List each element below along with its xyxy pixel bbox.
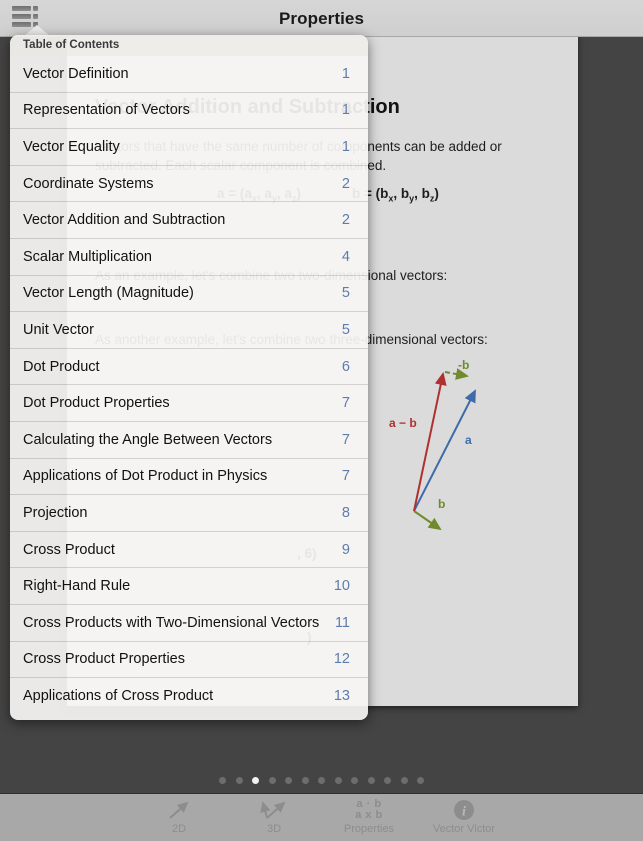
svg-text:i: i — [462, 805, 466, 820]
toc-item-page-number: 7 — [341, 395, 350, 412]
toc-item-page-number: 12 — [333, 651, 350, 668]
tab-3d[interactable]: 3D — [227, 794, 322, 841]
toc-item-page-number: 8 — [341, 504, 350, 521]
toc-item-page-number: 5 — [341, 285, 350, 302]
figure-label-neg-b: -b — [458, 358, 469, 372]
page-dot[interactable] — [384, 776, 391, 784]
toc-item-title: Vector Definition — [23, 65, 129, 82]
arrow-3d-icon — [259, 798, 289, 822]
page-dot[interactable] — [367, 776, 375, 784]
toc-item[interactable]: Cross Product 9 — [10, 532, 368, 569]
arrow-2d-icon — [166, 798, 192, 822]
page-dot[interactable] — [301, 776, 309, 784]
toc-item[interactable]: Applications of Cross Product 13 — [10, 678, 368, 715]
tab-properties[interactable]: a · b a x b Properties — [322, 794, 417, 841]
toc-item[interactable]: Dot Product Properties 7 — [10, 385, 368, 422]
toc-item-title: Vector Length (Magnitude) — [23, 285, 194, 302]
toc-item[interactable]: Cross Products with Two-Dimensional Vect… — [10, 605, 368, 642]
toc-item-title: Vector Addition and Subtraction — [23, 212, 226, 229]
tab-2d-label: 2D — [171, 823, 187, 835]
page-dot[interactable] — [219, 776, 226, 784]
toc-item-page-number: 11 — [334, 614, 350, 631]
tab-vector-victor[interactable]: i Vector Victor — [417, 794, 512, 841]
toc-item-title: Cross Product Properties — [23, 651, 185, 668]
toc-item[interactable]: Representation of Vectors 1 — [10, 93, 368, 130]
toc-item-title: Dot Product Properties — [23, 395, 170, 412]
toc-item[interactable]: Applications of Dot Product in Physics 7 — [10, 459, 368, 496]
vector-diagram: a b -b a − b — [389, 358, 476, 531]
toc-item-title: Coordinate Systems — [23, 175, 154, 192]
toc-item[interactable]: Coordinate Systems 2 — [10, 166, 368, 203]
toc-item[interactable]: Vector Equality 1 — [10, 129, 368, 166]
page-dot[interactable] — [334, 776, 342, 784]
tab-bar: 2D 3D a · b a x b Properties i Vector Vi… — [0, 793, 643, 841]
toc-item-title: Scalar Multiplication — [23, 248, 152, 265]
toc-item-title: Unit Vector — [23, 321, 94, 338]
page-dot[interactable] — [285, 776, 292, 784]
toc-item-title: Representation of Vectors — [23, 102, 190, 119]
toc-item-title: Vector Equality — [23, 138, 120, 155]
dot-cross-product-icon: a · b a x b — [355, 798, 383, 822]
toc-item[interactable]: Calculating the Angle Between Vectors 7 — [10, 422, 368, 459]
toc-item-page-number: 7 — [341, 468, 350, 485]
tab-properties-label: Properties — [343, 823, 395, 835]
tab-vector-victor-label: Vector Victor — [432, 823, 496, 835]
popover-body: Table of Contents Vector Definition 1 Repr… — [10, 35, 368, 720]
toc-item-title: Applications of Cross Product — [23, 688, 214, 705]
toc-item-page-number: 1 — [341, 65, 350, 82]
toc-item-title: Cross Product — [23, 541, 115, 558]
page-indicator[interactable] — [0, 773, 643, 787]
toc-item-page-number: 13 — [333, 688, 350, 705]
toc-item-page-number: 6 — [341, 358, 350, 375]
page-dot[interactable] — [318, 776, 325, 784]
toc-item[interactable]: Vector Length (Magnitude) 5 — [10, 276, 368, 313]
toc-item-title: Right-Hand Rule — [23, 578, 131, 595]
toc-item-title: Dot Product — [23, 358, 100, 375]
toc-item-page-number: 9 — [341, 541, 350, 558]
toc-item-title: Projection — [23, 504, 88, 521]
toc-list[interactable]: Vector Definition 1 Representation of Vect… — [10, 56, 368, 715]
toc-item-page-number: 5 — [341, 321, 350, 338]
figure-label-a: a — [465, 433, 472, 447]
toc-item[interactable]: Scalar Multiplication 4 — [10, 239, 368, 276]
toc-item-page-number: 2 — [341, 212, 350, 229]
toc-item-page-number: 1 — [341, 138, 350, 155]
toc-item[interactable]: Vector Definition 1 — [10, 56, 368, 93]
toc-item-page-number: 1 — [341, 102, 350, 119]
info-icon: i — [453, 798, 475, 822]
toc-item[interactable]: Vector Addition and Subtraction 2 — [10, 202, 368, 239]
toc-item[interactable]: Cross Product Properties 12 — [10, 642, 368, 679]
toc-item-page-number: 10 — [333, 578, 350, 595]
toc-item-page-number: 4 — [341, 248, 350, 265]
page-dot[interactable] — [417, 776, 424, 784]
page-dot[interactable] — [400, 776, 408, 784]
page-dot[interactable] — [268, 776, 276, 784]
toc-item[interactable]: Unit Vector 5 — [10, 312, 368, 349]
page-title: Properties — [278, 9, 365, 28]
toc-item-title: Calculating the Angle Between Vectors — [23, 431, 273, 448]
figure-label-b: b — [438, 497, 445, 511]
navigation-bar: Properties — [0, 0, 643, 37]
toc-item[interactable]: Dot Product 6 — [10, 349, 368, 386]
page-dot[interactable] — [252, 776, 259, 784]
toc-item-title: Applications of Dot Product in Physics — [23, 468, 268, 485]
table-of-contents-popover: Table of Contents Vector Definition 1 Repr… — [10, 25, 368, 720]
cross-product-formula: a x b — [355, 809, 383, 821]
toc-item-page-number: 7 — [341, 431, 350, 448]
page-dot[interactable] — [351, 776, 358, 784]
app-screen: Vector Addition and Subtraction Vectors … — [0, 0, 643, 841]
toc-item[interactable]: Right-Hand Rule 10 — [10, 568, 368, 605]
tab-3d-label: 3D — [266, 823, 282, 835]
toc-header: Table of Contents — [10, 35, 368, 56]
toc-item[interactable]: Projection 8 — [10, 495, 368, 532]
toc-item-title: Cross Products with Two-Dimensional Vect… — [23, 614, 320, 631]
toc-item-page-number: 2 — [341, 175, 350, 192]
tab-2d[interactable]: 2D — [132, 794, 227, 841]
page-dot[interactable] — [235, 776, 243, 784]
figure-label-a-minus-b: a − b — [389, 416, 417, 430]
